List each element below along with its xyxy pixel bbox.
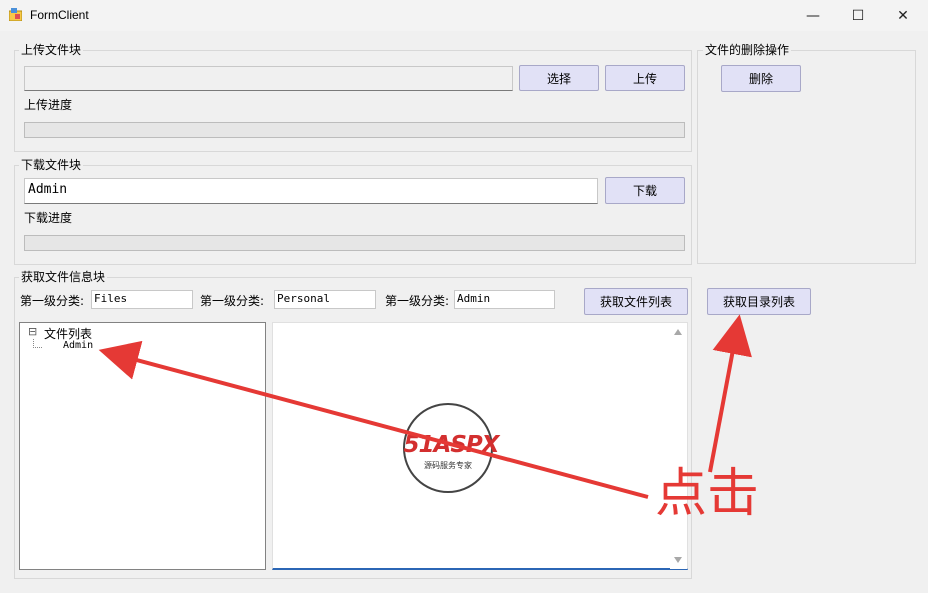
title-bar: FormClient — ☐ ✕	[0, 0, 928, 31]
tree-connector-line	[33, 339, 42, 348]
tree-expand-icon[interactable]: ⊟	[28, 325, 37, 338]
category-2-input[interactable]: Personal	[274, 290, 376, 309]
download-progress-bar	[24, 235, 685, 251]
upload-progress-bar	[24, 122, 685, 138]
app-icon	[8, 8, 23, 22]
select-button[interactable]: 选择	[519, 65, 599, 91]
upload-legend: 上传文件块	[19, 41, 84, 58]
scroll-up-arrow-icon[interactable]	[674, 329, 682, 335]
watermark-brand: 51ASPX	[403, 432, 500, 458]
category-3-input[interactable]: Admin	[454, 290, 555, 309]
minimize-button[interactable]: —	[790, 0, 836, 31]
download-button[interactable]: 下载	[605, 177, 685, 204]
maximize-button[interactable]: ☐	[835, 0, 881, 31]
close-button[interactable]: ✕	[880, 0, 926, 31]
arrow-to-dir-button	[708, 314, 752, 473]
scroll-down-arrow-icon[interactable]	[674, 557, 682, 563]
category-1-input[interactable]: Files	[91, 290, 193, 309]
upload-path-input[interactable]	[24, 66, 513, 91]
window-title: FormClient	[30, 8, 89, 22]
watermark-tagline: 源码服务专家	[424, 461, 472, 470]
delete-legend: 文件的删除操作	[703, 41, 792, 58]
annotation-click-text: 点击	[655, 464, 760, 524]
tree-child-node[interactable]: Admin	[63, 340, 93, 351]
delete-button[interactable]: 删除	[721, 65, 801, 92]
category-1-label: 第一级分类:	[20, 294, 85, 308]
get-directory-list-button[interactable]: 获取目录列表	[707, 288, 811, 315]
watermark-logo: 51ASPX 源码服务专家	[388, 402, 514, 494]
download-path-input[interactable]: Admin	[24, 178, 598, 204]
category-2-label: 第一级分类:	[200, 294, 265, 308]
info-legend: 获取文件信息块	[19, 268, 108, 285]
scrollbar[interactable]	[670, 323, 687, 569]
download-legend: 下载文件块	[19, 156, 84, 173]
get-file-list-button[interactable]: 获取文件列表	[584, 288, 688, 315]
file-tree-view[interactable]: ⊟ 文件列表 Admin	[19, 322, 266, 570]
upload-button[interactable]: 上传	[605, 65, 685, 91]
category-3-label: 第一级分类:	[385, 294, 450, 308]
download-progress-label: 下载进度	[24, 211, 73, 225]
upload-progress-label: 上传进度	[24, 98, 73, 112]
